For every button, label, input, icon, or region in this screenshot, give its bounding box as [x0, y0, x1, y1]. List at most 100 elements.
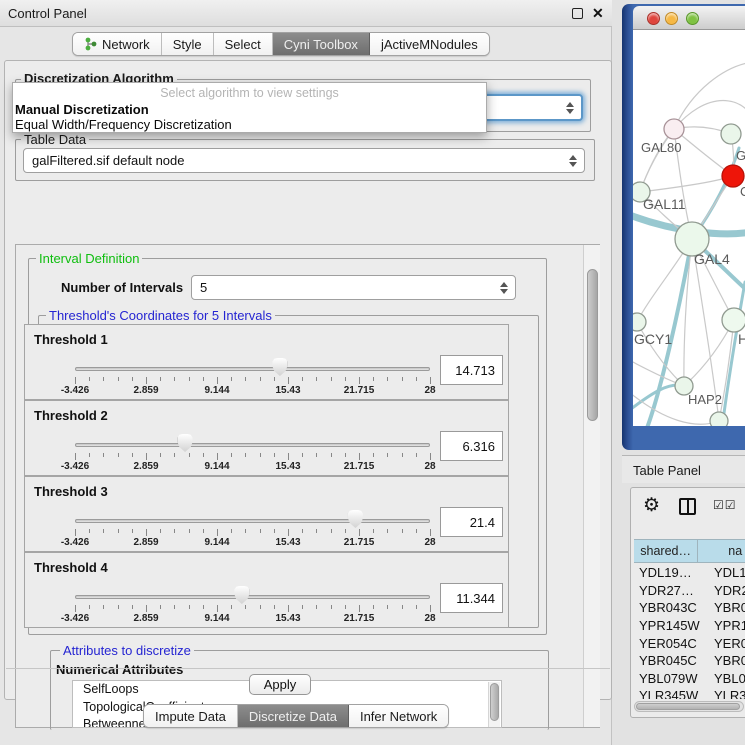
column-header-shared[interactable]: shared…: [634, 540, 698, 562]
main-scrollbar-thumb[interactable]: [587, 269, 598, 421]
thresholds-group-title: Threshold's Coordinates for 5 Intervals: [46, 308, 275, 323]
slider-ruler: [75, 453, 430, 461]
close-traffic-light[interactable]: [647, 12, 660, 25]
table-row[interactable]: YER054CYER0: [634, 634, 745, 652]
threshold-4-label: Threshold 4: [34, 560, 108, 575]
number-of-intervals-label: Number of Intervals: [61, 280, 183, 295]
tab-impute-data[interactable]: Impute Data: [144, 705, 238, 727]
attributes-group-title: Attributes to discretize: [60, 643, 194, 658]
tab-network[interactable]: Network: [73, 33, 162, 55]
tab-cyni-toolbox[interactable]: Cyni Toolbox: [273, 33, 370, 55]
number-of-intervals-spinner[interactable]: 5: [191, 275, 516, 300]
label-hap2: HAP2: [688, 392, 722, 407]
threshold-3-value-field[interactable]: 21.4: [440, 507, 503, 537]
table-panel-titlebar: Table Panel: [622, 455, 745, 483]
gear-icon[interactable]: ⚙: [643, 496, 660, 515]
popup-hint: Select algorithm to view settings: [13, 86, 486, 100]
panel-title: Control Panel: [8, 6, 87, 21]
table-row[interactable]: YBL079WYBL0: [634, 670, 745, 688]
threshold-1-slider-thumb[interactable]: [272, 358, 287, 376]
tab-style[interactable]: Style: [162, 33, 214, 55]
slider-tick-labels: -3.4262.8599.14415.4321.71528: [75, 461, 430, 473]
popup-item-manual-discretization[interactable]: Manual Discretization: [15, 102, 149, 117]
apply-button[interactable]: Apply: [249, 674, 311, 695]
table-header-row: shared… na: [634, 539, 745, 563]
slider-tick-labels: -3.4262.8599.14415.4321.71528: [75, 385, 430, 397]
spinner-arrows-icon: [500, 282, 507, 294]
threshold-4-slider-track[interactable]: [75, 595, 430, 599]
tab-discretize-data[interactable]: Discretize Data: [238, 705, 349, 727]
app-root: Control Panel ✕ Network Style Select Cyn…: [0, 0, 745, 745]
threshold-1-label: Threshold 1: [34, 332, 108, 347]
table-data-combo[interactable]: galFiltered.sif default node: [23, 148, 585, 173]
table-row[interactable]: YDL19…YDL1: [634, 564, 745, 582]
node-gal80[interactable]: [664, 119, 684, 139]
threshold-3-slider-track[interactable]: [75, 519, 430, 523]
table-row[interactable]: YBR045CYBR0: [634, 652, 745, 670]
bottom-tab-bar: Impute Data Discretize Data Infer Networ…: [143, 704, 449, 728]
threshold-panel-2: Threshold 2 -3.4262.8599.14415.4321.7152…: [24, 400, 509, 476]
column-header-name[interactable]: na: [698, 540, 745, 562]
label-gal4: GAL4: [694, 251, 730, 267]
slider-ruler: [75, 377, 430, 385]
table-row[interactable]: YPR145WYPR1: [634, 617, 745, 635]
slider-ruler: [75, 529, 430, 537]
node-gcy1[interactable]: [633, 313, 646, 331]
slider-tick-labels: -3.4262.8599.14415.4321.71528: [75, 613, 430, 625]
zoom-traffic-light[interactable]: [686, 12, 699, 25]
label-gal11: GAL11: [643, 196, 686, 212]
network-icon: [84, 37, 97, 51]
node-bottom[interactable]: [710, 412, 728, 426]
horizontal-scrollbar[interactable]: [634, 701, 744, 712]
threshold-2-value-field[interactable]: 6.316: [440, 431, 503, 461]
tab-network-label: Network: [102, 37, 150, 52]
table-row[interactable]: YBR043CYBR0: [634, 599, 745, 617]
table-row[interactable]: YDR27…YDR2: [634, 582, 745, 600]
threshold-4-slider-thumb[interactable]: [234, 586, 249, 604]
table-data-combo-value: galFiltered.sif default node: [32, 153, 184, 168]
tab-jactivemnodules[interactable]: jActiveMNodules: [370, 33, 489, 55]
label-c: C: [740, 184, 745, 199]
close-icon[interactable]: ✕: [592, 5, 604, 22]
cyni-content-panel: Discretization Algorithm Table Data galF…: [4, 60, 612, 700]
threshold-2-slider-thumb[interactable]: [178, 434, 193, 452]
number-of-intervals-value: 5: [200, 280, 207, 295]
threshold-panel-1: Threshold 1 -3.4262.8599.14415.4321.7152…: [24, 324, 509, 400]
threshold-1-slider-track[interactable]: [75, 367, 430, 371]
threshold-4-value-field[interactable]: 11.344: [440, 583, 503, 613]
minimize-traffic-light[interactable]: [665, 12, 678, 25]
column-layout-icon[interactable]: [679, 498, 696, 515]
top-tab-bar: Network Style Select Cyni Toolbox jActiv…: [72, 32, 490, 56]
label-gcy1: GCY1: [634, 331, 672, 347]
threshold-panel-3: Threshold 3 -3.4262.8599.14415.4321.7152…: [24, 476, 509, 552]
combo-arrows-icon: [569, 155, 576, 167]
combo-arrows-icon: [566, 102, 573, 114]
threshold-panel-4: Threshold 4 -3.4262.8599.14415.4321.7152…: [24, 552, 509, 628]
node-h[interactable]: [722, 308, 745, 332]
table-row[interactable]: YLR345WYLR3: [634, 687, 745, 699]
table-data-title: Table Data: [21, 132, 89, 147]
threshold-3-slider-thumb[interactable]: [348, 510, 363, 528]
apply-strip: Apply: [6, 668, 610, 699]
node-ga[interactable]: [721, 124, 741, 144]
network-view-window: GAL80 GA C GAL11 GAL4 GCY1 H HAP2: [622, 4, 745, 450]
control-panel-titlebar: Control Panel ✕: [0, 0, 612, 27]
slider-tick-labels: -3.4262.8599.14415.4321.71528: [75, 537, 430, 549]
float-window-icon[interactable]: [572, 8, 583, 19]
tab-select[interactable]: Select: [214, 33, 273, 55]
network-canvas[interactable]: GAL80 GA C GAL11 GAL4 GCY1 H HAP2: [633, 30, 745, 426]
threshold-1-value-field[interactable]: 14.713: [440, 355, 503, 385]
select-columns-checkboxes-icon[interactable]: ☑☑: [713, 498, 737, 512]
popup-item-equal-width-frequency[interactable]: Equal Width/Frequency Discretization: [15, 117, 232, 132]
threshold-3-label: Threshold 3: [34, 484, 108, 499]
threshold-2-slider-track[interactable]: [75, 443, 430, 447]
horizontal-scrollbar-thumb[interactable]: [636, 703, 740, 710]
table-rows: YDL19…YDL1 YDR27…YDR2 YBR043CYBR0 YPR145…: [634, 564, 745, 699]
algorithm-dropdown-popup: Select algorithm to view settings Manual…: [12, 82, 487, 133]
label-h: H: [738, 331, 745, 347]
table-panel-title: Table Panel: [633, 463, 701, 478]
network-window-titlebar: [633, 6, 745, 30]
tab-infer-network[interactable]: Infer Network: [349, 705, 448, 727]
main-scrollbar-track[interactable]: [583, 245, 600, 727]
settings-scroll-viewport: Interval Definition Number of Intervals …: [15, 244, 600, 728]
